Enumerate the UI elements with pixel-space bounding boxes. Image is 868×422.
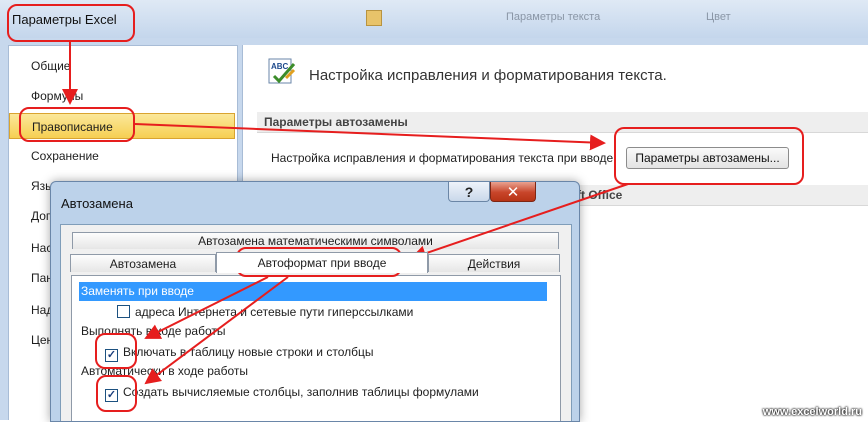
apply-as-you-work-header: Выполнять в ходе работы bbox=[81, 324, 226, 338]
option-include-rows-label: Включать в таблицу новые строки и столбц… bbox=[123, 345, 374, 359]
option-internet-paths[interactable]: адреса Интернета и сетевые пути гиперссы… bbox=[117, 304, 413, 320]
option-calc-columns-label: Создать вычисляемые столбцы, заполнив та… bbox=[123, 385, 479, 399]
option-internet-paths-label: адреса Интернета и сетевые пути гиперссы… bbox=[135, 305, 414, 319]
annotation-proofing-highlight bbox=[19, 107, 135, 142]
annotation-title-highlight bbox=[7, 4, 135, 42]
close-button[interactable]: ✕ bbox=[490, 182, 536, 202]
section-header-autocorrect-label: Параметры автозамены bbox=[264, 115, 408, 129]
checkbox-internet-paths[interactable] bbox=[117, 305, 130, 318]
svg-text:ABC: ABC bbox=[271, 62, 289, 71]
close-icon: ✕ bbox=[506, 182, 520, 201]
tab-autoformat-as-you-type[interactable]: Автоформат при вводе bbox=[216, 252, 428, 273]
ribbon-hint-color: Цвет bbox=[706, 11, 731, 23]
section-header-office-label: ft Office bbox=[577, 188, 623, 202]
content-title: Настройка исправления и форматирования т… bbox=[309, 67, 667, 84]
abc-spellcheck-icon: ABC bbox=[268, 58, 296, 84]
sidebar-item-general[interactable]: Общие bbox=[9, 53, 235, 79]
sidebar-item-save[interactable]: Сохранение bbox=[9, 143, 235, 169]
tab-autocorrect[interactable]: Автозамена bbox=[70, 254, 216, 272]
dialog-title: Автозамена bbox=[61, 196, 133, 211]
ribbon-hint-text-options: Параметры текста bbox=[506, 11, 601, 23]
auto-as-you-work-header: Автоматически в ходе работы bbox=[81, 364, 248, 378]
option-include-rows[interactable]: ✓ Включать в таблицу новые строки и столб… bbox=[105, 344, 374, 362]
annotation-checkbox-highlight-1 bbox=[95, 333, 137, 369]
watermark: www.excelworld.ru bbox=[762, 406, 862, 418]
sidebar-item-formulas[interactable]: Формулы bbox=[9, 83, 235, 109]
replace-as-you-type-header: Заменять при вводе bbox=[79, 282, 547, 301]
help-button[interactable]: ? bbox=[448, 182, 490, 202]
tab-actions[interactable]: Действия bbox=[428, 254, 560, 272]
annotation-button-highlight bbox=[614, 127, 804, 185]
autocorrect-options-label: Настройка исправления и форматирования т… bbox=[271, 151, 617, 165]
annotation-checkbox-highlight-2 bbox=[96, 375, 137, 412]
option-calc-columns[interactable]: ✓ Создать вычисляемые столбцы, заполнив т… bbox=[105, 384, 479, 402]
ribbon-icon bbox=[366, 10, 382, 26]
